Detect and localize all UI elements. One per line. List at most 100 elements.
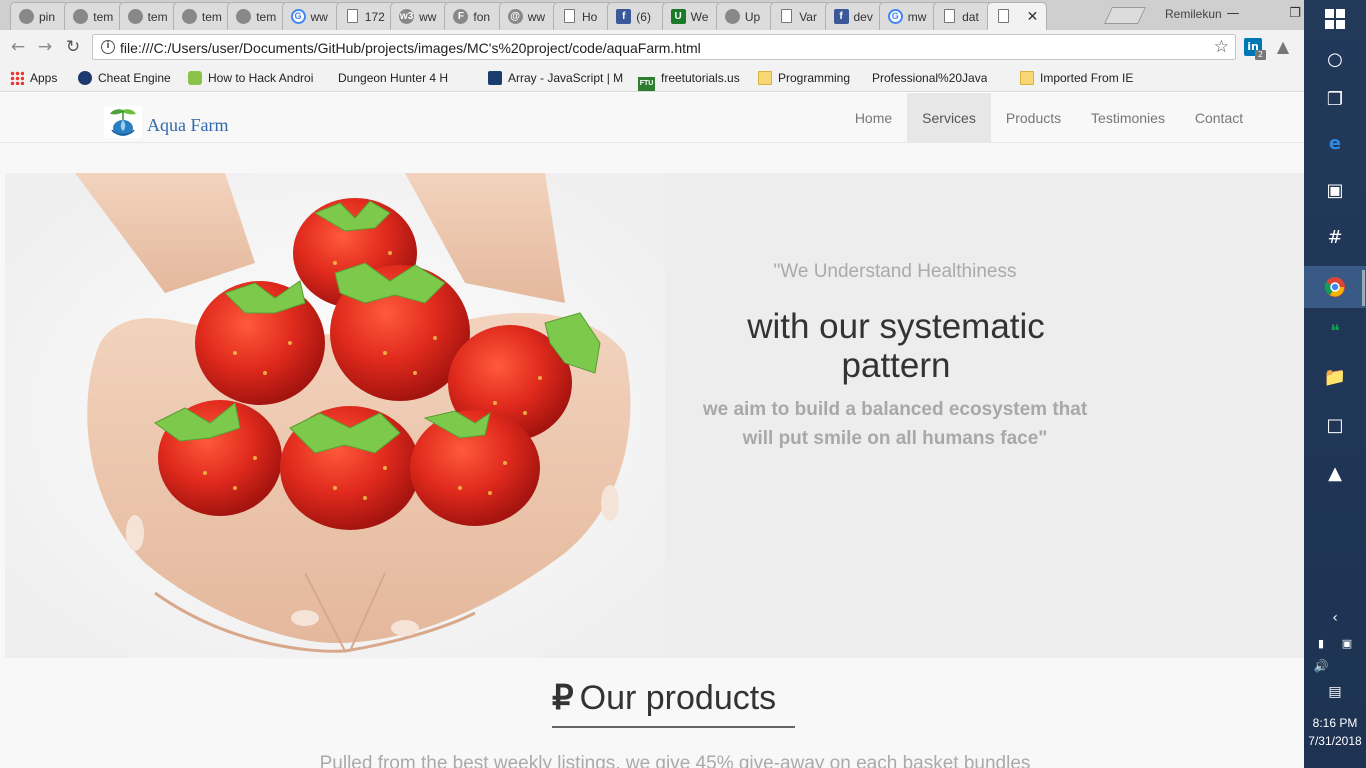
browser-tab[interactable]: @ ww	[498, 2, 559, 30]
browser-tab[interactable]: Ho	[553, 2, 613, 30]
tab-active[interactable]: ✕	[987, 2, 1048, 30]
tab-title: Up	[744, 10, 761, 24]
bookmark-star-icon[interactable]: ☆	[1214, 37, 1229, 57]
hero-quote: "We Understand Healthiness	[773, 261, 1017, 282]
github-icon	[724, 9, 740, 24]
back-icon[interactable]: ←	[8, 37, 28, 57]
web-page: Aqua Farm Home Services Products Testimonie…	[0, 93, 1304, 768]
bookmark-item[interactable]: Apps	[10, 71, 57, 85]
bookmark-item[interactable]: FTU freetutorials.us	[638, 71, 740, 91]
tab-title: tem	[147, 10, 168, 24]
f-icon: F	[453, 9, 469, 24]
github-icon	[73, 9, 89, 24]
bookmark-item[interactable]: Imported From IE	[1020, 71, 1133, 85]
bookmark-item[interactable]: Cheat Engine	[78, 71, 171, 85]
tab-title: pin	[39, 10, 56, 24]
file-explorer-icon[interactable]: 📁	[1319, 362, 1351, 394]
facebook-icon: f	[833, 9, 849, 24]
strawberries-in-hands-image	[5, 173, 665, 658]
slack-icon[interactable]: #	[1319, 222, 1351, 254]
browser-tab[interactable]: Gww	[281, 2, 342, 30]
nav-link-testimonies[interactable]: Testimonies	[1076, 93, 1180, 143]
site-info-icon[interactable]: i	[101, 40, 115, 54]
network-icon[interactable]: ▣	[1336, 628, 1358, 660]
clock-time[interactable]: 8:16 PM	[1304, 716, 1366, 730]
browser-tab[interactable]: Up	[715, 2, 776, 30]
nav-link-services[interactable]: Services	[907, 93, 991, 143]
minimize-icon[interactable]: —	[1220, 4, 1246, 24]
browser-tab[interactable]: dat	[933, 2, 994, 30]
browser-tab[interactable]: tem	[118, 2, 179, 30]
restore-icon[interactable]: ❐	[1282, 4, 1304, 24]
nav-link-products[interactable]: Products	[991, 93, 1076, 143]
bookmarks-bar: Apps Cheat Engine How to Hack Androi Dungeo…	[0, 64, 1304, 92]
page-icon	[346, 9, 358, 23]
browser-tab[interactable]: Gmw	[878, 2, 939, 30]
browser-tab[interactable]: tem	[227, 2, 288, 30]
browser-tab[interactable]: w3 ww	[390, 2, 451, 30]
github-icon	[236, 9, 252, 24]
cortana-icon[interactable]: ○	[1319, 44, 1351, 76]
forward-icon[interactable]: →	[35, 37, 55, 57]
bookmark-label: Programming	[778, 71, 851, 85]
browser-tab[interactable]: Var	[770, 2, 831, 30]
windows-taskbar: ○ ❐ e ▣ # ❝ 📁 □ ▲ ‹ ▮ ▣ 🔊 ▤	[1304, 0, 1366, 768]
tab-title: mw	[907, 10, 927, 24]
browser-tab[interactable]: pin	[10, 2, 70, 30]
mail-icon: @	[507, 9, 523, 24]
browser-tab[interactable]: Ffon	[444, 2, 505, 30]
task-view-icon[interactable]: ❐	[1319, 84, 1351, 116]
browser-tab[interactable]: U We	[661, 2, 722, 30]
browser-tab[interactable]: f dev	[824, 2, 885, 30]
profile-name[interactable]: Remilekun	[1165, 7, 1222, 21]
store-icon[interactable]: ▣	[1319, 175, 1351, 207]
tab-strip: Remilekun — ❐ pin tem tem tem tem Gww 172 w3 ww F…	[0, 0, 1304, 30]
site-brand[interactable]: Aqua Farm	[147, 115, 228, 136]
browser-tab[interactable]: 172	[335, 2, 396, 30]
bookmark-item[interactable]: Programming	[758, 71, 850, 85]
browser-tab[interactable]: f (6)	[607, 2, 668, 30]
nav-link-contact[interactable]: Contact	[1180, 93, 1258, 143]
close-tab-icon[interactable]: ✕	[1027, 8, 1039, 25]
folder-icon	[1020, 71, 1034, 85]
address-bar[interactable]: i file:///C:/Users/user/Documents/GitHub…	[92, 34, 1236, 60]
google-icon: G	[290, 9, 306, 24]
google-icon: G	[887, 9, 903, 24]
site-navbar: Aqua Farm Home Services Products Testimonie…	[0, 93, 1304, 143]
github-icon	[181, 9, 197, 24]
tab-title: 172	[364, 10, 385, 24]
new-tab-button[interactable]	[1104, 7, 1146, 24]
edge-browser-icon[interactable]: e	[1319, 128, 1351, 160]
bookmark-label: Dungeon Hunter 4 H	[338, 71, 449, 85]
google-drive-extension-icon[interactable]: ▲	[1274, 38, 1292, 56]
chrome-taskbar-icon[interactable]	[1304, 266, 1366, 308]
windows-start-icon[interactable]	[1319, 3, 1351, 35]
hero-heading: with our systematic pattern	[747, 307, 1045, 385]
tab-title: tem	[256, 10, 277, 24]
upwork-icon: U	[670, 9, 686, 24]
bookmark-item[interactable]: Professional%20Java	[872, 71, 987, 85]
bookmark-item[interactable]: How to Hack Androi	[188, 71, 313, 85]
tab-title: dev	[853, 10, 873, 24]
photos-icon[interactable]: ▲	[1319, 458, 1351, 490]
action-center-icon[interactable]: ▤	[1319, 676, 1351, 708]
browser-tab[interactable]: tem	[172, 2, 233, 30]
reload-icon[interactable]: ↻	[63, 37, 83, 57]
vscode-icon[interactable]: □	[1319, 410, 1351, 442]
bookmark-item[interactable]: Array - JavaScript | M	[488, 71, 623, 85]
ftu-icon: FTU	[638, 77, 655, 91]
tab-title: ww	[419, 10, 437, 24]
address-url[interactable]: file:///C:/Users/user/Documents/GitHub/p…	[120, 40, 701, 56]
clock-date[interactable]: 7/31/2018	[1304, 734, 1366, 748]
apps-grid-icon	[10, 71, 24, 85]
tab-title: ww	[527, 10, 546, 24]
bookmark-label: Imported From IE	[1040, 71, 1134, 85]
hangouts-icon[interactable]: ❝	[1319, 316, 1351, 348]
bookmark-item[interactable]: Dungeon Hunter 4 H	[338, 71, 448, 85]
tab-title: Var	[799, 10, 817, 24]
bookmark-label: Array - JavaScript | M	[508, 71, 624, 85]
browser-tab[interactable]: tem	[64, 2, 125, 30]
nav-link-home[interactable]: Home	[840, 93, 907, 143]
aqua-farm-logo[interactable]	[104, 106, 142, 138]
folder-icon	[758, 71, 772, 85]
